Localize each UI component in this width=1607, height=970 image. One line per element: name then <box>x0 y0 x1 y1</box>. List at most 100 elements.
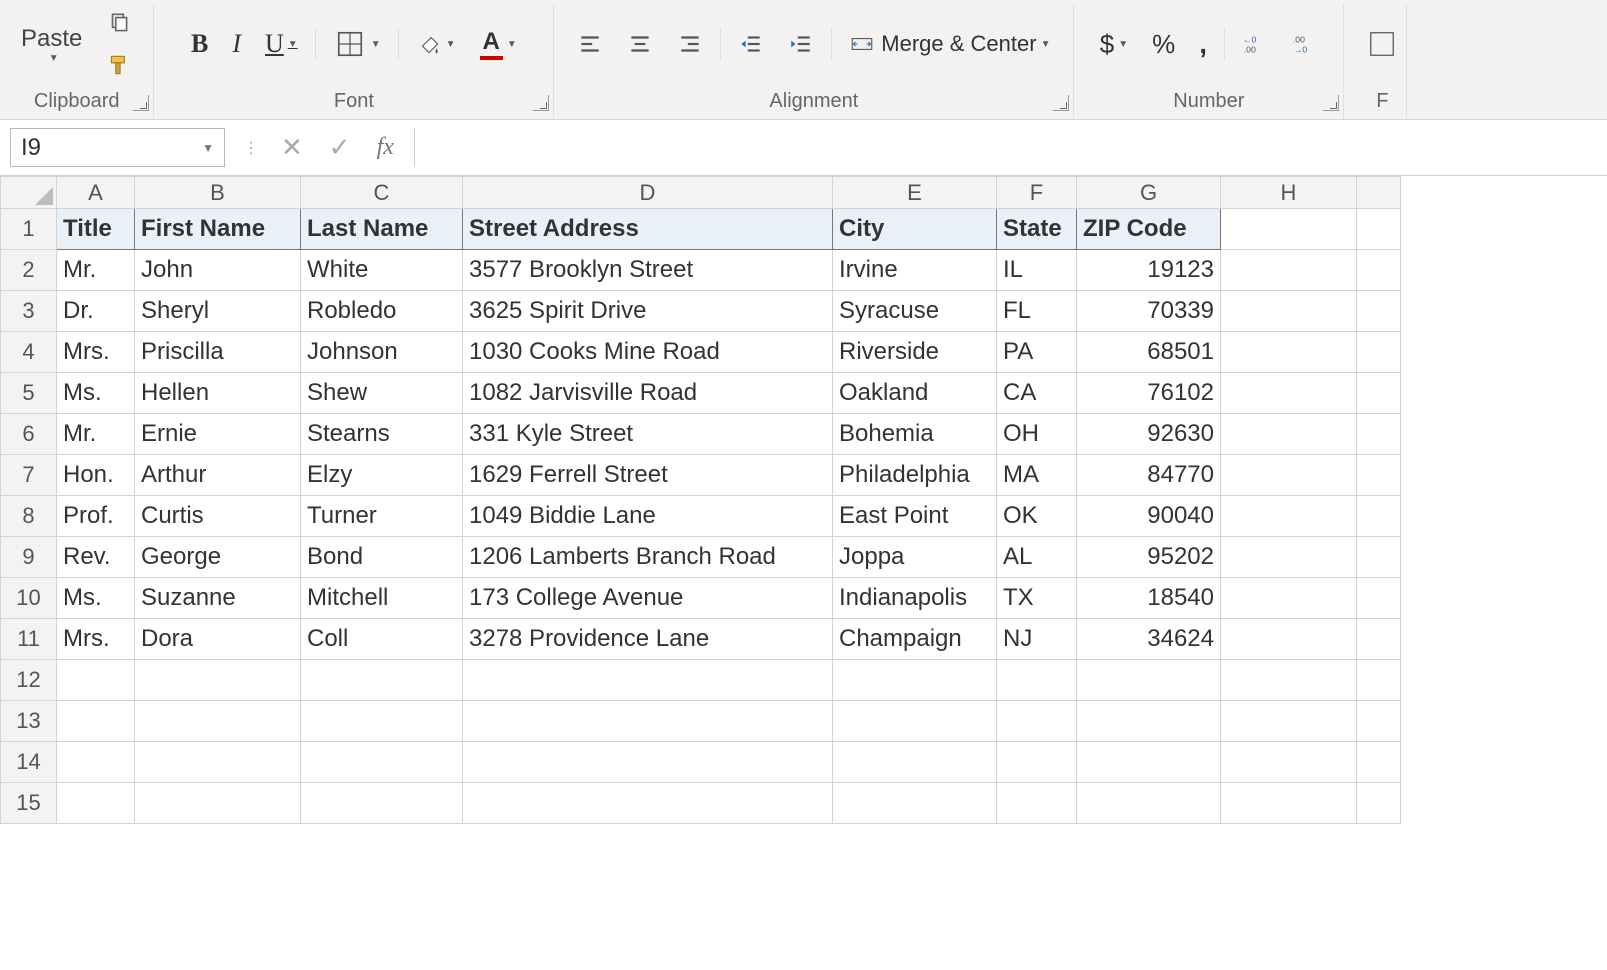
cell[interactable]: Dora <box>135 619 301 660</box>
cell[interactable] <box>833 742 997 783</box>
cell[interactable] <box>997 742 1077 783</box>
cell[interactable]: First Name <box>135 209 301 250</box>
cell[interactable]: 331 Kyle Street <box>463 414 833 455</box>
column-header[interactable]: D <box>463 177 833 209</box>
cell[interactable] <box>57 783 135 824</box>
cell[interactable]: 173 College Avenue <box>463 578 833 619</box>
cell[interactable] <box>1357 660 1401 701</box>
merge-center-button[interactable]: Merge & Center ▼ <box>842 26 1057 62</box>
cell[interactable] <box>1357 742 1401 783</box>
cell[interactable]: Ms. <box>57 373 135 414</box>
cell[interactable] <box>1357 291 1401 332</box>
cell[interactable] <box>1357 537 1401 578</box>
cell[interactable] <box>1221 414 1357 455</box>
cell[interactable]: AL <box>997 537 1077 578</box>
cell[interactable]: State <box>997 209 1077 250</box>
cell[interactable] <box>1221 291 1357 332</box>
cell[interactable]: Stearns <box>301 414 463 455</box>
cell[interactable] <box>463 742 833 783</box>
cell[interactable]: 76102 <box>1077 373 1221 414</box>
formula-input[interactable] <box>414 128 1597 167</box>
cell[interactable]: 84770 <box>1077 455 1221 496</box>
dialog-launcher-icon[interactable] <box>1323 95 1339 111</box>
row-header[interactable]: 8 <box>1 496 57 537</box>
cell[interactable] <box>463 660 833 701</box>
cell[interactable]: CA <box>997 373 1077 414</box>
cell[interactable]: Prof. <box>57 496 135 537</box>
cell[interactable] <box>135 783 301 824</box>
column-header[interactable] <box>1357 177 1401 209</box>
cell[interactable]: 1082 Jarvisville Road <box>463 373 833 414</box>
cell[interactable]: ZIP Code <box>1077 209 1221 250</box>
font-color-button[interactable]: A ▼ <box>473 23 524 65</box>
currency-button[interactable]: $▼ <box>1093 24 1135 65</box>
cell[interactable]: Suzanne <box>135 578 301 619</box>
cell[interactable]: Mr. <box>57 250 135 291</box>
cell[interactable] <box>463 783 833 824</box>
cell[interactable]: City <box>833 209 997 250</box>
fx-icon[interactable]: fx <box>377 134 394 161</box>
decrease-decimal-button[interactable]: .00→0 <box>1285 26 1325 62</box>
cell[interactable]: Mr. <box>57 414 135 455</box>
cell[interactable]: Johnson <box>301 332 463 373</box>
row-header[interactable]: 2 <box>1 250 57 291</box>
cell[interactable]: Dr. <box>57 291 135 332</box>
cell[interactable]: Philadelphia <box>833 455 997 496</box>
column-header[interactable]: F <box>997 177 1077 209</box>
row-header[interactable]: 7 <box>1 455 57 496</box>
cell[interactable]: Robledo <box>301 291 463 332</box>
cell[interactable]: 68501 <box>1077 332 1221 373</box>
cell[interactable]: Ernie <box>135 414 301 455</box>
cell[interactable] <box>1221 373 1357 414</box>
cell[interactable] <box>57 742 135 783</box>
cell[interactable] <box>997 783 1077 824</box>
cell[interactable]: Sheryl <box>135 291 301 332</box>
cell[interactable] <box>1221 209 1357 250</box>
cell[interactable]: Irvine <box>833 250 997 291</box>
cell[interactable]: Champaign <box>833 619 997 660</box>
cell[interactable] <box>301 660 463 701</box>
name-box[interactable]: I9 ▼ <box>10 128 225 167</box>
cell[interactable] <box>1357 783 1401 824</box>
decrease-indent-button[interactable] <box>731 26 771 62</box>
cell[interactable]: 1049 Biddie Lane <box>463 496 833 537</box>
cell[interactable]: Indianapolis <box>833 578 997 619</box>
align-center-button[interactable] <box>620 26 660 62</box>
cell[interactable] <box>1221 537 1357 578</box>
cell[interactable]: 3577 Brooklyn Street <box>463 250 833 291</box>
cell[interactable] <box>833 660 997 701</box>
cell[interactable]: Arthur <box>135 455 301 496</box>
cell[interactable]: 92630 <box>1077 414 1221 455</box>
cell[interactable] <box>997 701 1077 742</box>
column-header[interactable]: H <box>1221 177 1357 209</box>
row-header[interactable]: 14 <box>1 742 57 783</box>
row-header[interactable]: 12 <box>1 660 57 701</box>
cell[interactable]: 19123 <box>1077 250 1221 291</box>
row-header[interactable]: 3 <box>1 291 57 332</box>
cell[interactable] <box>135 660 301 701</box>
cell[interactable]: Title <box>57 209 135 250</box>
dialog-launcher-icon[interactable] <box>533 95 549 111</box>
cell[interactable]: Joppa <box>833 537 997 578</box>
cell[interactable] <box>1221 250 1357 291</box>
cell[interactable]: FL <box>997 291 1077 332</box>
cell[interactable] <box>1357 414 1401 455</box>
cell[interactable] <box>1077 783 1221 824</box>
percent-button[interactable]: % <box>1145 24 1182 65</box>
cell[interactable]: 3625 Spirit Drive <box>463 291 833 332</box>
row-header[interactable]: 6 <box>1 414 57 455</box>
row-header[interactable]: 1 <box>1 209 57 250</box>
column-header[interactable]: C <box>301 177 463 209</box>
cell[interactable] <box>1077 701 1221 742</box>
cell[interactable]: Mitchell <box>301 578 463 619</box>
cell[interactable] <box>1221 496 1357 537</box>
cell[interactable]: 1030 Cooks Mine Road <box>463 332 833 373</box>
cell[interactable] <box>57 660 135 701</box>
cell[interactable]: Rev. <box>57 537 135 578</box>
cell[interactable] <box>301 783 463 824</box>
cell[interactable] <box>57 701 135 742</box>
cell[interactable]: 34624 <box>1077 619 1221 660</box>
comma-style-button[interactable]: , <box>1192 23 1214 65</box>
align-right-button[interactable] <box>670 26 710 62</box>
cell[interactable]: 1206 Lamberts Branch Road <box>463 537 833 578</box>
